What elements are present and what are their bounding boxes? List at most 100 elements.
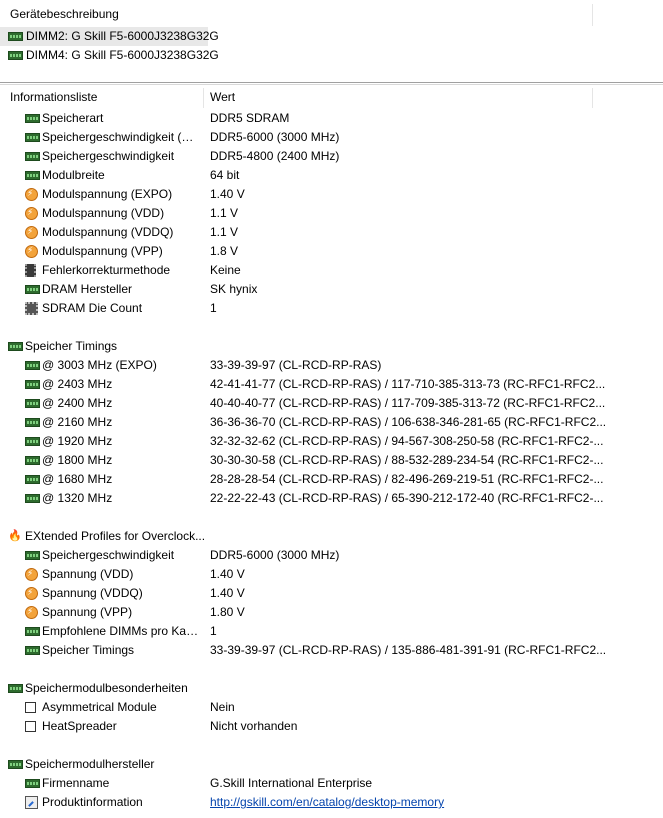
info-row[interactable]: @ 1320 MHz 22-22-22-43 (CL-RCD-RP-RAS) / … [0,489,663,508]
info-row[interactable]: Modulspannung (VDD) 1.1 V [0,204,663,223]
info-row[interactable]: Empfohlene DIMMs pro Kanal 1 [0,622,663,641]
info-row[interactable]: Spannung (VDD) 1.40 V [0,565,663,584]
voltage-icon [25,206,38,220]
column-divider[interactable] [592,88,593,108]
field-value: 1.1 V [210,206,239,220]
info-row[interactable]: @ 1920 MHz 32-32-32-62 (CL-RCD-RP-RAS) / … [0,432,663,451]
field-label: @ 2400 MHz [42,396,113,410]
field-label: Speichergeschwindigkeit [42,548,175,562]
ram-module-icon [25,494,40,503]
column-header-field[interactable]: Informationsliste [10,86,97,108]
ram-module-icon [25,646,40,655]
info-row[interactable]: @ 2403 MHz 42-41-41-77 (CL-RCD-RP-RAS) / … [0,375,663,394]
field-label: @ 2403 MHz [42,377,113,391]
ram-module-icon [8,32,23,41]
field-label: @ 2160 MHz [42,415,113,429]
info-row[interactable]: Fehlerkorrekturmethode Keine [0,261,663,280]
ram-module-icon [25,627,40,636]
field-value: 40-40-40-77 (CL-RCD-RP-RAS) / 117-709-38… [210,396,606,410]
field-value: 1.40 V [210,567,245,581]
voltage-icon [25,244,38,258]
device-panel-header[interactable]: Gerätebeschreibung [10,3,119,25]
field-label: DRAM Hersteller [42,282,133,296]
ram-module-icon [8,342,23,351]
field-label: Modulspannung (VDDQ) [42,225,174,239]
group-header[interactable]: Speicher Timings [0,337,663,356]
field-label: Speicherart [42,111,104,125]
info-row[interactable]: @ 2400 MHz 40-40-40-77 (CL-RCD-RP-RAS) / … [0,394,663,413]
info-row[interactable]: Modulbreite 64 bit [0,166,663,185]
group-header[interactable]: Speichermodulbesonderheiten [0,679,663,698]
info-row[interactable]: Modulspannung (VPP) 1.8 V [0,242,663,261]
field-value: 32-32-32-62 (CL-RCD-RP-RAS) / 94-567-308… [210,434,604,448]
info-row[interactable]: Produktinformation http://gskill.com/en/c… [0,793,663,812]
info-row[interactable]: Spannung (VPP) 1.80 V [0,603,663,622]
info-row[interactable]: Spannung (VDDQ) 1.40 V [0,584,663,603]
info-row[interactable]: Speichergeschwindigkeit (EX... DDR5-6000 … [0,128,663,147]
field-label: Speichergeschwindigkeit [42,149,175,163]
ram-module-icon [25,285,40,294]
voltage-icon [25,225,38,239]
device-item-dimm4[interactable]: DIMM4: G Skill F5-6000J3238G32G [0,46,219,65]
field-label: Modulspannung (VPP) [42,244,163,258]
field-value: 1.40 V [210,586,245,600]
group-header[interactable]: Speichermodulhersteller [0,755,663,774]
field-value: DDR5-6000 (3000 MHz) [210,548,340,562]
column-divider[interactable] [203,88,204,108]
voltage-icon [25,605,38,619]
ram-module-icon [8,51,23,60]
info-row[interactable]: Speichergeschwindigkeit DDR5-6000 (3000 M… [0,546,663,565]
field-label: Asymmetrical Module [42,700,157,714]
column-header-value[interactable]: Wert [210,86,235,108]
field-value: 1 [210,301,217,315]
info-row[interactable]: @ 2160 MHz 36-36-36-70 (CL-RCD-RP-RAS) / … [0,413,663,432]
ecc-chip-icon [25,264,36,277]
ram-module-icon [25,114,40,123]
info-row[interactable]: @ 3003 MHz (EXPO) 33-39-39-97 (CL-RCD-RP-… [0,356,663,375]
info-row[interactable]: DRAM Hersteller SK hynix [0,280,663,299]
field-value: 1 [210,624,217,638]
field-value: 1.80 V [210,605,245,619]
field-value: G.Skill International Enterprise [210,776,373,790]
info-row[interactable]: Firmenname G.Skill International Enterpri… [0,774,663,793]
field-label: Speichergeschwindigkeit (EX... [42,130,200,144]
field-value: DDR5-4800 (2400 MHz) [210,149,340,163]
header-divider[interactable] [592,4,593,26]
info-row[interactable]: Asymmetrical Module Nein [0,698,663,717]
ram-module-icon [25,475,40,484]
group-header[interactable]: EXtended Profiles for Overclock... [0,527,663,546]
info-row[interactable]: Modulspannung (VDDQ) 1.1 V [0,223,663,242]
field-label: Spannung (VPP) [42,605,133,619]
field-label: Speichermodulhersteller [25,757,155,771]
info-row[interactable]: Speicherart DDR5 SDRAM [0,109,663,128]
field-label: Speicher Timings [25,339,118,353]
info-row[interactable]: HeatSpreader Nicht vorhanden [0,717,663,736]
info-row[interactable]: @ 1680 MHz 28-28-28-54 (CL-RCD-RP-RAS) / … [0,470,663,489]
device-item-label: DIMM4: G Skill F5-6000J3238G32G [26,48,219,62]
field-value: 36-36-36-70 (CL-RCD-RP-RAS) / 106-638-34… [210,415,607,429]
field-label: Speichermodulbesonderheiten [25,681,188,695]
field-value: 33-39-39-97 (CL-RCD-RP-RAS) [210,358,382,372]
field-value: DDR5 SDRAM [210,111,290,125]
ram-module-icon [8,684,23,693]
info-row[interactable]: Speicher Timings 33-39-39-97 (CL-RCD-RP-R… [0,641,663,660]
ram-module-icon [25,133,40,142]
field-label: SDRAM Die Count [42,301,143,315]
info-row[interactable]: @ 1800 MHz 30-30-30-58 (CL-RCD-RP-RAS) / … [0,451,663,470]
info-row[interactable]: SDRAM Die Count 1 [0,299,663,318]
field-value: SK hynix [210,282,258,296]
field-label: EXtended Profiles for Overclock... [25,529,206,543]
checkbox-icon[interactable] [25,721,36,732]
spacer-row [0,736,663,755]
ram-module-icon [25,399,40,408]
product-link[interactable]: http://gskill.com/en/catalog/desktop-mem… [210,793,660,812]
field-value: Nein [210,700,235,714]
info-row[interactable]: Speichergeschwindigkeit DDR5-4800 (2400 M… [0,147,663,166]
ram-module-icon [8,760,23,769]
checkbox-icon[interactable] [25,702,36,713]
info-row[interactable]: Modulspannung (EXPO) 1.40 V [0,185,663,204]
field-label: @ 1800 MHz [42,453,113,467]
device-item-dimm2[interactable]: DIMM2: G Skill F5-6000J3238G32G [0,27,219,46]
spacer-row [0,318,663,337]
field-value: 64 bit [210,168,240,182]
